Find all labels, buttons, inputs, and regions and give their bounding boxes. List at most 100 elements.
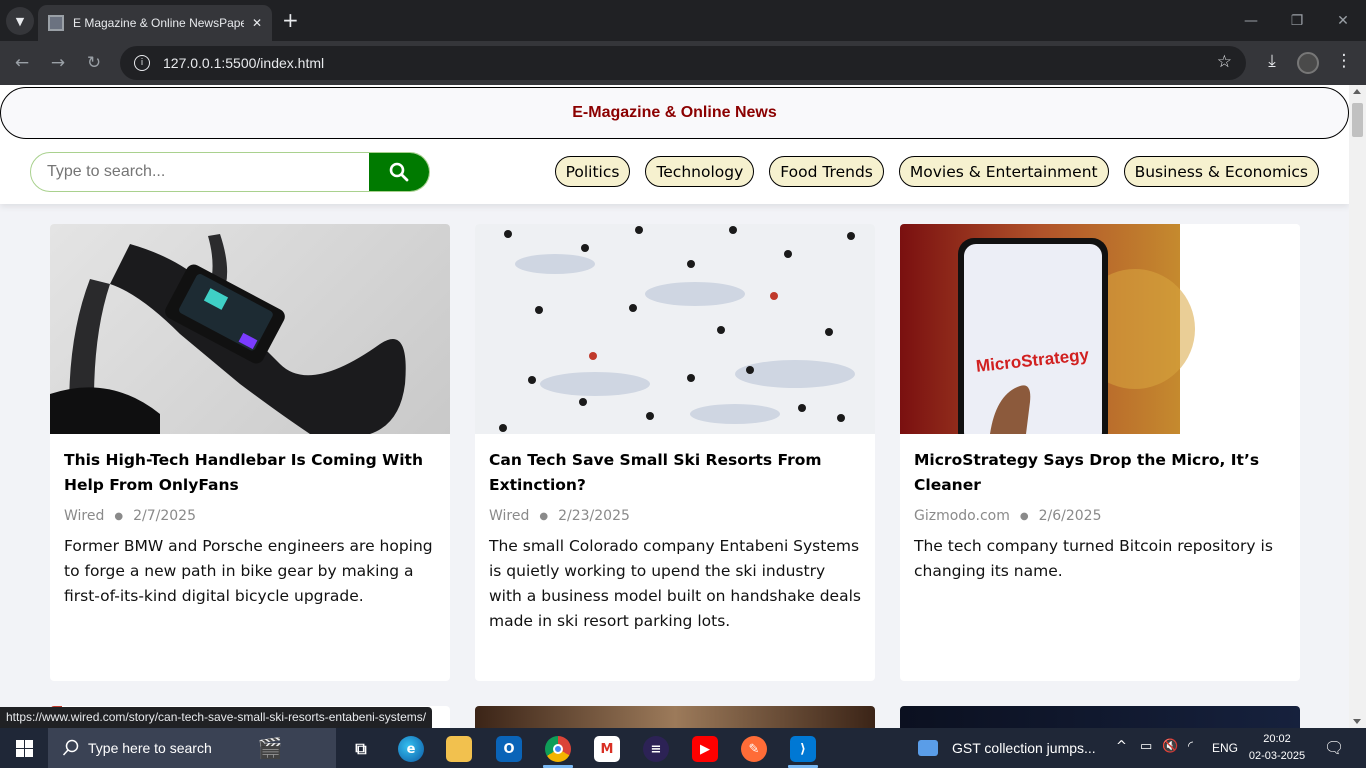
article-title[interactable]: MicroStrategy Says Drop the Micro, It’s … [914,448,1286,498]
news-widget[interactable]: GST collection jumps... [918,728,1096,768]
window-controls: — ❐ ✕ [1228,0,1366,41]
close-window-icon[interactable]: ✕ [1320,0,1366,41]
start-button[interactable] [0,728,48,768]
article-meta: Wired ● 2/23/2025 [489,508,861,524]
ski-slope-image-graphic [499,226,855,432]
tab-title: E Magazine & Online NewsPaper [73,16,244,30]
back-arrow-icon[interactable]: ← [10,51,34,75]
category-business-economics[interactable]: Business & Economics [1123,156,1319,187]
article-image[interactable] [475,706,875,728]
search-icon [389,162,409,182]
search-input[interactable] [31,153,369,191]
new-tab-icon[interactable]: + [282,8,299,32]
edge-browser-icon[interactable]: e [398,736,424,762]
browser-tab-bar: ▼ E Magazine & Online NewsPaper ✕ + — ❐ … [0,0,1366,41]
scroll-down-arrow-icon[interactable] [1353,719,1361,724]
category-politics[interactable]: Politics [554,156,631,187]
article-image[interactable] [50,224,450,434]
news-chart-icon [918,740,938,756]
article-card[interactable]: This High-Tech Handlebar Is Coming With … [50,224,450,681]
clock-date: 02-03-2025 [1248,750,1306,762]
search-button[interactable] [369,153,429,191]
movie-clapper-icon: 🎬 [257,737,283,760]
article-card[interactable]: MicroStrategy MicroStrategy Says Drop th… [900,224,1300,681]
article-source: Wired [489,508,530,524]
search-icon [62,739,79,756]
category-movies-entertainment[interactable]: Movies & Entertainment [898,156,1109,187]
battery-icon[interactable]: ▭ [1140,739,1152,754]
show-hidden-icons-chevron-icon[interactable]: ^ [1116,739,1127,754]
article-date: 2/6/2025 [1038,508,1102,524]
article-title[interactable]: This High-Tech Handlebar Is Coming With … [64,448,436,498]
task-view-icon[interactable]: ⧉ [348,736,374,762]
page-viewport: E-Magazine & Online News Politics Techno… [0,85,1349,728]
article-description: Former BMW and Porsche engineers are hop… [64,537,433,605]
windows-logo-icon [15,739,33,757]
article-title[interactable]: Can Tech Save Small Ski Resorts From Ext… [489,448,861,498]
outlook-icon[interactable]: O [496,736,522,762]
bullet-dot-icon: ● [114,510,124,522]
forward-arrow-icon[interactable]: → [46,51,70,75]
close-tab-icon[interactable]: ✕ [252,16,262,30]
vscode-icon[interactable]: ⟩ [790,736,816,762]
taskbar-search-box[interactable]: Type here to search 🎬 [48,728,336,768]
chrome-icon[interactable] [545,736,571,762]
news-ticker: GST collection jumps... [952,740,1096,756]
bullet-dot-icon: ● [1019,510,1029,522]
article-source: Gizmodo.com [914,508,1010,524]
youtube-icon[interactable]: ▶ [692,736,718,762]
site-title: E-Magazine & Online News [572,104,777,121]
gmail-icon[interactable]: M [594,736,620,762]
category-food-trends[interactable]: Food Trends [769,156,884,187]
article-date: 2/23/2025 [558,508,630,524]
category-technology[interactable]: Technology [645,156,755,187]
article-meta: Wired ● 2/7/2025 [64,508,436,524]
profile-avatar[interactable] [1297,52,1319,74]
bullet-dot-icon: ● [539,510,549,522]
phone-image-graphic: MicroStrategy [900,224,1195,434]
language-indicator[interactable]: ENG [1212,741,1238,755]
page-favicon-icon [48,15,64,31]
article-meta: Gizmodo.com ● 2/6/2025 [914,508,1286,524]
category-nav: Politics Technology Food Trends Movies &… [554,156,1319,187]
postman-icon[interactable]: ✎ [741,736,767,762]
chevron-down-icon: ▼ [15,14,25,28]
address-bar[interactable]: i 127.0.0.1:5500/index.html ☆ [120,46,1246,80]
site-title-bar: E-Magazine & Online News [0,87,1349,139]
more-menu-icon[interactable]: ⋮ [1332,51,1356,71]
minimize-icon[interactable]: — [1228,0,1274,41]
bookmark-star-icon[interactable]: ☆ [1217,52,1232,72]
handlebar-image-graphic [50,234,406,434]
tab-search-button[interactable]: ▼ [6,7,34,35]
site-header: E-Magazine & Online News Politics Techno… [0,85,1349,204]
taskbar-search-placeholder: Type here to search [88,740,212,756]
page-scrollbar[interactable] [1349,85,1366,728]
article-image[interactable] [475,224,875,434]
wifi-icon[interactable]: ◜ [1188,739,1193,754]
eclipse-icon[interactable]: ≡ [643,736,669,762]
site-info-icon[interactable]: i [134,55,150,71]
article-image[interactable]: MicroStrategy [900,224,1300,434]
search-box [30,152,430,192]
file-explorer-icon[interactable] [446,736,472,762]
article-description: The small Colorado company Entabeni Syst… [489,537,861,630]
system-clock[interactable]: 20:02 02-03-2025 [1248,731,1306,765]
scroll-thumb[interactable] [1352,103,1363,137]
reload-icon[interactable]: ↻ [82,51,106,75]
scroll-up-arrow-icon[interactable] [1353,89,1361,94]
article-source: Wired [64,508,105,524]
restore-icon[interactable]: ❐ [1274,0,1320,41]
active-tab[interactable]: E Magazine & Online NewsPaper ✕ [38,5,272,41]
notification-center-icon[interactable]: 🗨 [1324,738,1344,757]
download-icon[interactable]: ⤓ [1260,51,1284,71]
browser-toolbar: ← → ↻ i 127.0.0.1:5500/index.html ☆ ⤓ ⋮ [0,41,1366,85]
article-description: The tech company turned Bitcoin reposito… [914,537,1273,580]
windows-taskbar: Type here to search 🎬 ⧉ e O M ≡ ▶ ✎ ⟩ GS… [0,728,1366,768]
url-text[interactable]: 127.0.0.1:5500/index.html [163,55,324,71]
article-card[interactable]: Can Tech Save Small Ski Resorts From Ext… [475,224,875,681]
volume-muted-icon[interactable]: 🔇 [1162,739,1178,754]
article-image[interactable] [900,706,1300,728]
article-date: 2/7/2025 [133,508,196,524]
link-status-bubble: https://www.wired.com/story/can-tech-sav… [0,707,433,728]
clock-time: 20:02 [1263,733,1291,745]
